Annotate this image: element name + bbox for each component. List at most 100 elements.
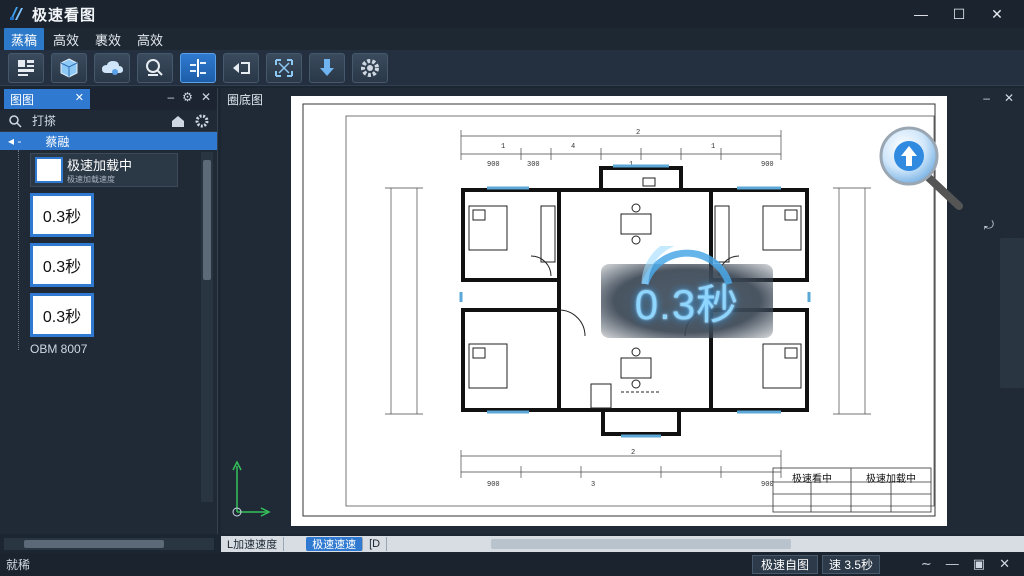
fit-screen-button[interactable] [266, 52, 302, 83]
loading-subtitle: 极速加载速度 [67, 175, 115, 184]
settings-button[interactable] [352, 52, 388, 83]
status-button[interactable]: 极速自图 [752, 555, 819, 574]
list-item[interactable]: 0.3秒 [30, 290, 217, 340]
list-item[interactable]: 0.3秒 [30, 240, 217, 290]
svg-text:4: 4 [571, 143, 575, 151]
align-icon [190, 58, 206, 77]
loading-item[interactable]: 极速加载中 极速加载速度 [30, 153, 178, 187]
thumbnail[interactable]: 0.3秒 [30, 193, 94, 237]
drawing-tab-label: 圈底图 [227, 92, 264, 107]
settings-icon [361, 58, 379, 77]
thumbnail[interactable]: 0.3秒 [30, 293, 94, 337]
svg-text:3: 3 [591, 481, 595, 489]
scroll-thumb[interactable] [203, 160, 211, 280]
expand-icon[interactable]: ◂ ‑ [8, 134, 21, 148]
close-button[interactable]: ✕ [978, 0, 1016, 28]
title-block-cell: 极速看中 [792, 474, 832, 485]
list-item[interactable]: 极速加载中 极速加载速度 [30, 150, 217, 190]
menu-bar: 蒸稿 高效 裹效 高效 [0, 27, 1024, 51]
minimize-panel-icon[interactable]: – [983, 91, 990, 105]
maximize-button[interactable]: ☐ [940, 0, 978, 28]
svg-text:1: 1 [711, 143, 715, 151]
svg-text:1: 1 [501, 143, 505, 151]
menu-item-3[interactable]: 裹效 [88, 28, 128, 51]
flip-icon [233, 61, 250, 74]
tree-root[interactable]: ◂ ‑ 蔡融 [0, 132, 217, 150]
tree-footer-label: OBM 8007 [30, 342, 88, 356]
tree-footer[interactable]: OBM 8007 [0, 340, 217, 358]
3d-view-button[interactable] [51, 52, 87, 83]
right-toolstrip[interactable] [1000, 238, 1024, 388]
menu-item-4[interactable]: 高效 [130, 28, 170, 51]
search-bar[interactable]: 打搽 [0, 110, 217, 132]
drawing-panel: 圈底图 – ✕ 2 1 4 1 900 300 1 900 900 3 900 … [221, 88, 1024, 534]
thumbnail-mini [35, 157, 63, 183]
list-item[interactable]: 0.3秒 [30, 190, 217, 240]
search-placeholder: 打搽 [32, 114, 57, 128]
drawing-canvas[interactable]: 2141 900 300 1 900 900 3 900 2 极速看中 极速加载… [291, 96, 947, 526]
pin-icon[interactable]: – [167, 90, 174, 104]
bottom-tab-1[interactable]: L加速速度 [221, 537, 285, 551]
close-panel-icon[interactable]: ✕ [1004, 91, 1014, 105]
measure-icon [146, 58, 163, 76]
close-panel-icon[interactable]: ✕ [201, 90, 211, 104]
drawing-hscrollbar[interactable] [491, 539, 791, 549]
save-icon[interactable]: ▣ [973, 556, 985, 572]
wave-icon[interactable]: ∼ [921, 556, 932, 572]
home-icon[interactable] [171, 114, 185, 128]
align-button[interactable] [180, 52, 216, 83]
svg-text:900: 900 [761, 161, 774, 169]
bottom-tab-3[interactable]: [D [363, 537, 388, 551]
tree-list: 极速加载中 极速加载速度 0.3秒 0.3秒 0.3秒 [0, 150, 217, 350]
close-tab-icon[interactable]: ✕ [75, 91, 84, 104]
bottom-tab-2[interactable]: 极速速速 [306, 537, 364, 551]
download-icon [320, 58, 334, 76]
thumbnail[interactable]: 0.3秒 [30, 243, 94, 287]
loading-title: 极速加载中 [67, 158, 133, 173]
tree-root-label: 蔡融 [45, 134, 70, 149]
cloud-button[interactable] [94, 52, 130, 83]
app-title: 极速看图 [32, 6, 97, 24]
axis-icon [232, 460, 271, 517]
svg-text:900: 900 [487, 161, 500, 169]
search-icon [9, 114, 22, 128]
tab-drawings-label: 图图 [10, 92, 35, 107]
menu-item-1[interactable]: 蒸稿 [4, 27, 45, 51]
status-text: 就稀 [6, 558, 31, 572]
close-icon[interactable]: ✕ [999, 556, 1010, 572]
layout-icon [18, 59, 34, 76]
left-panel: 图图 ✕ – ⚙ ✕ 打搽 ◂ ‑ 蔡融 极速加载中 极速加载速度 0.3秒 0… [0, 88, 218, 534]
title-block-cell: 极速加载中 [866, 474, 916, 485]
svg-text:2: 2 [631, 449, 635, 457]
download-button[interactable] [309, 52, 345, 83]
status-bar: 就稀 极速自图 速 3.5秒 ∼ — ▣ ✕ [0, 553, 1024, 576]
dash-icon[interactable]: — [946, 556, 959, 572]
tree-line [18, 150, 19, 350]
status-value: 速 3.5秒 [822, 555, 881, 574]
svg-text:2: 2 [636, 129, 640, 137]
fit-screen-icon [275, 58, 293, 77]
gear-icon[interactable]: ⚙ [182, 90, 193, 104]
measure-button[interactable] [137, 52, 173, 83]
app-logo-icon [6, 5, 26, 23]
svg-text:300: 300 [527, 161, 540, 169]
menu-item-2[interactable]: 高效 [46, 28, 86, 51]
svg-text:900: 900 [487, 481, 500, 489]
gear-icon[interactable] [195, 114, 209, 128]
svg-text:900: 900 [761, 481, 774, 489]
layout-button[interactable] [8, 52, 44, 83]
magnifier-arrow-icon [879, 126, 963, 210]
flip-button[interactable] [223, 52, 259, 83]
title-bar: 极速看图 — ☐ ✕ [0, 0, 1024, 28]
toolbar [0, 50, 1024, 86]
load-time-badge: 0.3秒 [601, 246, 773, 338]
left-hscrollbar[interactable] [4, 538, 214, 550]
left-scrollbar[interactable] [201, 152, 213, 502]
left-hscroll-thumb[interactable] [24, 540, 164, 548]
tab-drawings[interactable]: 图图 ✕ [4, 89, 90, 109]
rotate-icon[interactable]: ⤾ [984, 218, 994, 233]
zoom-button[interactable] [877, 126, 969, 217]
minimize-button[interactable]: — [902, 0, 940, 28]
cube-icon [60, 57, 78, 78]
bottom-tab-bar: L加速速度 极速速速 [D [221, 536, 1024, 552]
